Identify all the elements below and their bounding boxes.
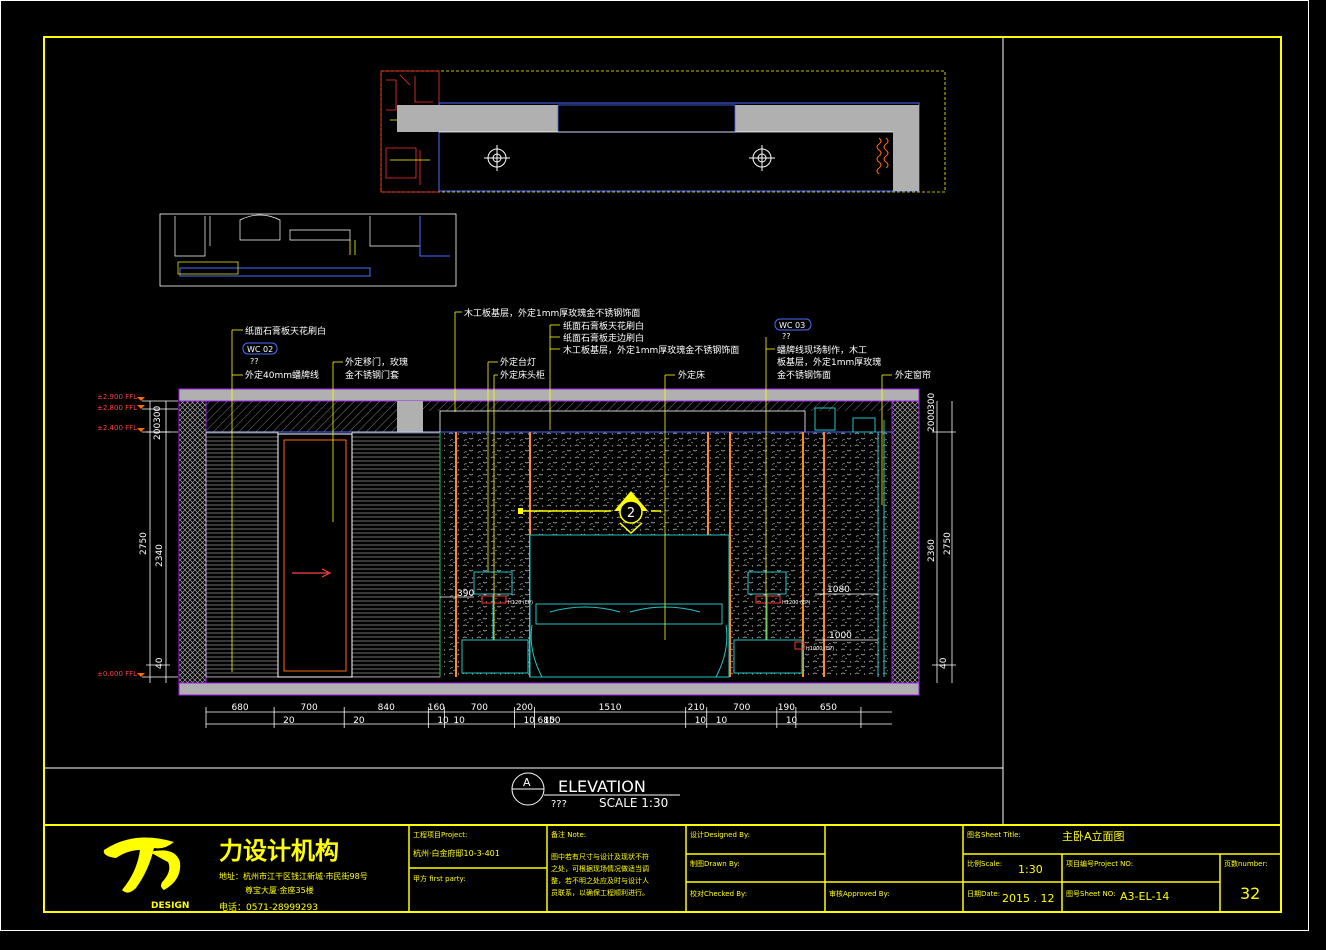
level-label: ±2.400 FFL	[97, 424, 137, 432]
level-label: ±2.800 FFL	[97, 404, 137, 412]
material-tag-sub: ??	[250, 357, 259, 366]
company-logo	[103, 837, 181, 893]
page-number-label: 页数number:	[1224, 859, 1268, 868]
callout-text: 金不锈钢门套	[345, 369, 399, 381]
project-label: 工程项目Project:	[413, 830, 467, 839]
dim-inner: 1000	[829, 631, 852, 641]
material-tag-label: WC 03	[779, 321, 805, 330]
scale-value: 1:30	[1018, 863, 1043, 876]
dim-inner: 1080	[827, 585, 850, 595]
notes-line: 图中若有尺寸与设计及现状不符	[551, 852, 649, 861]
callout-text: 木工板基层，外定1mm厚玫瑰金不锈钢饰面	[464, 307, 640, 319]
dim-bottom-offset: 20	[283, 716, 295, 726]
date-value: 2015 . 12	[1002, 892, 1054, 905]
section-marker-label: 2	[627, 506, 635, 521]
ceiling-light-icon	[749, 145, 775, 171]
cad-drawing: 2 ±2.900 FFL ±2.800 FFL ±2.400 FFL ±0.00…	[0, 0, 1309, 931]
dim-bottom: 160	[428, 703, 445, 713]
ceiling-plan	[380, 70, 946, 193]
callout-text: 纸面石膏板走边刷白	[563, 332, 644, 344]
dim-bottom: 680	[231, 703, 248, 713]
dim-bottom-offset: 10	[716, 716, 728, 726]
dim-bottom: 190	[778, 703, 795, 713]
callout-text: 外定台灯	[500, 356, 536, 368]
callout-text: 外定床头柜	[500, 369, 545, 381]
dim-total: 6850	[538, 716, 561, 726]
dim-bottom: 210	[688, 703, 705, 713]
notes-line: 整，若不明之处应及时与设计人	[551, 876, 649, 885]
callout-text: 金不锈钢饰面	[777, 369, 831, 381]
dim-left: 300	[153, 406, 163, 423]
page-number-value: 32	[1240, 884, 1260, 903]
scale-label: 比例Scale:	[967, 859, 1002, 868]
dim-bottom: 700	[733, 703, 750, 713]
dim-right: 300	[927, 393, 937, 410]
callout-text: 纸面石膏板天花刷白	[245, 325, 326, 337]
company-address: 尊宝大厦·金座35楼	[245, 885, 314, 895]
sheet-title-value: 主卧A立面图	[1062, 829, 1125, 843]
callout-text: 纸面石膏板天花刷白	[563, 320, 644, 332]
elevation-letter: A	[523, 776, 531, 789]
dim-left: 2340	[155, 544, 165, 567]
dim-bottom: 840	[378, 703, 395, 713]
project-number-label: 项目编号Project NO:	[1066, 859, 1133, 868]
notes-line: 员联系，以确保工程顺利进行。	[551, 888, 649, 897]
ceiling-light-icon	[484, 145, 510, 171]
company-name: 力设计机构	[219, 837, 339, 865]
dim-bottom-offset: 10	[437, 716, 449, 726]
dim-bottom-offset: 10	[695, 716, 707, 726]
level-label: ±0.000 FFL	[97, 670, 137, 678]
dim-bottom: 1510	[599, 703, 622, 713]
dim-bottom-offset: 10	[453, 716, 465, 726]
material-tag-label: WC 02	[247, 345, 273, 354]
dim-bottom: 700	[301, 703, 318, 713]
dim-bottom: 650	[820, 703, 837, 713]
logo-text: DESIGN	[151, 901, 189, 911]
dim-bottom-offset: 10	[786, 716, 798, 726]
date-label: 日期Date:	[967, 890, 1000, 898]
company-phone: 电话：0571-28999293	[219, 901, 318, 913]
socket-label: H120 (EP)	[508, 600, 533, 606]
door-arrow-icon	[292, 568, 332, 578]
level-label: ±2.900 FFL	[97, 393, 137, 401]
dim-right: 2000	[927, 409, 937, 432]
notes-label: 备注 Note:	[551, 830, 586, 839]
dim-bottom: 700	[471, 703, 488, 713]
callout-text: 外定窗帘	[895, 369, 931, 381]
callout-text: 外定40mm蟠牌线	[245, 369, 319, 381]
dim-right: 40	[939, 657, 949, 669]
dim-bottom-offset: 10	[523, 716, 535, 726]
checked-label: 校对Checked By:	[690, 889, 747, 898]
notes-line: 之处，可根据现场情况做适当调	[551, 864, 649, 873]
dim-left: 200	[153, 423, 163, 440]
dim-bottom: 200	[516, 703, 533, 713]
sheet-title-label: 图名Sheet Title:	[967, 830, 1021, 839]
socket-label: H1000 (EP)	[806, 646, 834, 652]
dim-left: 40	[155, 657, 165, 669]
dim-inner: 390	[457, 589, 474, 599]
project-value: 杭州·白金府邸10-3-401	[413, 848, 500, 858]
sheet-number-value: A3-EL-14	[1120, 890, 1169, 903]
dim-left: 2750	[139, 532, 149, 555]
designed-label: 设计Designed By:	[690, 830, 750, 839]
dim-right: 2360	[927, 539, 937, 562]
socket-label: H1200 (EP)	[782, 600, 810, 606]
callout-text: 外定移门，玫瑰	[345, 356, 408, 368]
party-label: 甲方 first party:	[413, 874, 465, 883]
elevation-scale: SCALE 1:30	[599, 796, 668, 810]
dim-bottom-offset: 20	[353, 716, 365, 726]
dim-right: 2750	[943, 532, 953, 555]
callout-text: 木工板基层，外定1mm厚玫瑰金不锈钢饰面	[563, 344, 739, 356]
callout-text: 蟠牌线现场制作，木工	[777, 344, 867, 356]
key-plan	[159, 213, 457, 287]
drawn-label: 制图Drawn By:	[690, 859, 740, 868]
callout-text: 外定床	[678, 369, 705, 381]
elevation-word: ELEVATION	[558, 777, 646, 796]
company-address: 地址：杭州市江干区钱江新城·市民街98号	[219, 871, 368, 881]
elevation-sub: ???	[551, 799, 567, 810]
callout-text: 板基层，外定1mm厚玫瑰	[777, 356, 881, 368]
sheet-number-label: 图号Sheet NO:	[1066, 890, 1115, 898]
material-tag-sub: ??	[782, 332, 791, 341]
approved-label: 审核Approved By:	[829, 889, 890, 898]
